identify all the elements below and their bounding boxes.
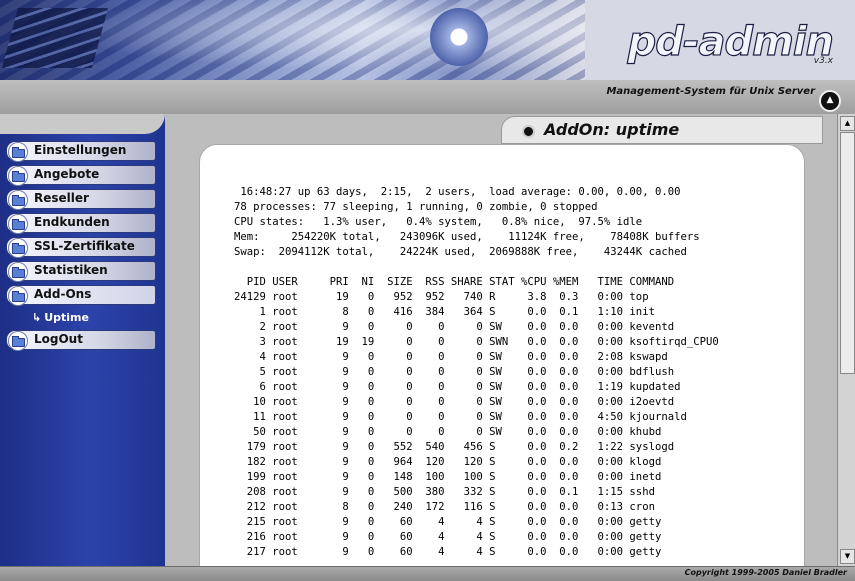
scroll-down-icon[interactable]: ▼ [840, 549, 855, 564]
sidebar-subitem-uptime[interactable]: ↳ Uptime [32, 311, 89, 324]
content-frame: AddOn: uptime 16:48:27 up 63 days, 2:15,… [165, 114, 837, 566]
sidebar-item-label: SSL-Zertifikate [34, 239, 135, 253]
folder-icon [8, 238, 28, 258]
sidebar-item-label: Endkunden [34, 215, 110, 229]
sidebar: Einstellungen Angebote Reseller Endkunde… [0, 114, 165, 566]
folder-icon [8, 262, 28, 282]
sub-arrow-icon: ↳ [32, 311, 42, 324]
sidebar-item-einstellungen[interactable]: Einstellungen [6, 141, 156, 162]
cd-disc-image [430, 8, 488, 66]
folder-icon [8, 166, 28, 186]
sidebar-item-label: Einstellungen [34, 143, 127, 157]
sidebar-item-logout[interactable]: LogOut [6, 330, 156, 351]
sidebar-subitem-label: Uptime [44, 311, 89, 324]
scrollbar-thumb[interactable] [840, 132, 855, 374]
keyboard-image [1, 8, 109, 68]
subheader-bar: Management-System für Unix Server ▲ [0, 80, 855, 115]
footer: Copyright 1999-2005 Daniel Bradler [0, 566, 855, 581]
logo: pd-admin v3.x [613, 19, 835, 70]
copyright: Copyright 1999-2005 Daniel Bradler [684, 568, 847, 577]
bullet-icon [522, 125, 535, 138]
folder-icon [8, 331, 28, 351]
page-title: AddOn: uptime [544, 120, 680, 139]
header-banner-image [0, 0, 585, 80]
uptime-output: 16:48:27 up 63 days, 2:15, 2 users, load… [234, 186, 719, 558]
folder-icon [8, 142, 28, 162]
sidebar-curve [0, 114, 165, 134]
sidebar-item-label: Add-Ons [34, 287, 92, 301]
sidebar-item-label: Statistiken [34, 263, 108, 277]
folder-icon [8, 214, 28, 234]
logo-version: v3.x [813, 56, 833, 66]
logo-text: pd-admin [627, 19, 835, 65]
tagline: Management-System für Unix Server [606, 86, 815, 97]
sidebar-item-label: Angebote [34, 167, 100, 181]
sidebar-item-statistiken[interactable]: Statistiken [6, 261, 156, 282]
sidebar-item-label: Reseller [34, 191, 89, 205]
sidebar-item-angebote[interactable]: Angebote [6, 165, 156, 186]
scroll-up-icon[interactable]: ▲ [840, 116, 855, 131]
open-folder-icon [8, 286, 28, 306]
vertical-scrollbar[interactable]: ▲ ▼ [837, 114, 855, 566]
output-panel: 16:48:27 up 63 days, 2:15, 2 users, load… [199, 144, 805, 566]
sidebar-item-endkunden[interactable]: Endkunden [6, 213, 156, 234]
sidebar-item-ssl-zertifikate[interactable]: SSL-Zertifikate [6, 237, 156, 258]
sidebar-item-add-ons[interactable]: Add-Ons [6, 285, 156, 306]
page-title-tab: AddOn: uptime [501, 116, 823, 144]
sidebar-item-label: LogOut [34, 332, 83, 346]
header: pd-admin v3.x [0, 0, 855, 81]
folder-icon [8, 190, 28, 210]
sidebar-item-reseller[interactable]: Reseller [6, 189, 156, 210]
scroll-top-icon[interactable]: ▲ [819, 90, 841, 112]
